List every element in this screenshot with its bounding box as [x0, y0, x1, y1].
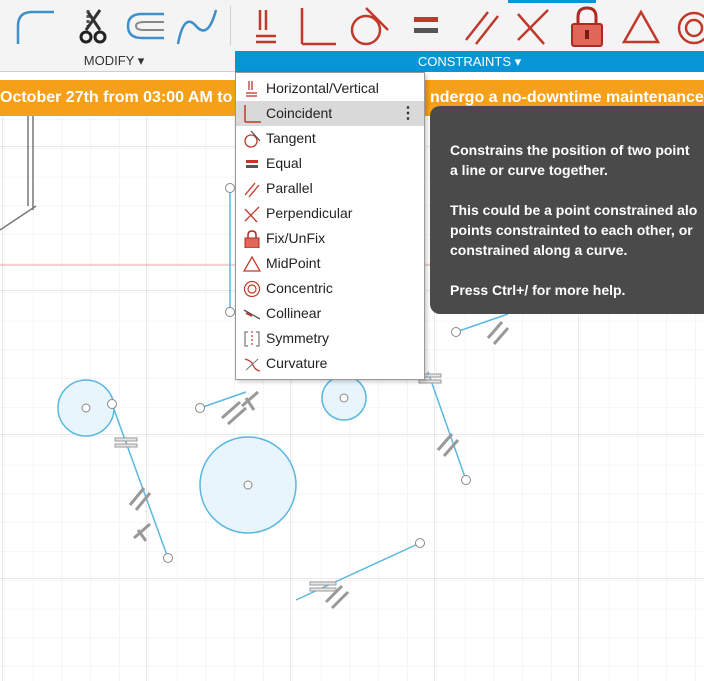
- horizontal-vertical-icon: [246, 81, 257, 97]
- menu-item-label: Symmetry: [266, 330, 329, 346]
- tangent-icon[interactable]: [346, 4, 392, 48]
- sketch-point[interactable]: [107, 399, 117, 409]
- menu-item-label: Horizontal/Vertical: [266, 80, 379, 96]
- active-tool-indicator: [508, 0, 596, 3]
- fix-unfix-icon: [244, 230, 260, 248]
- sketch-point[interactable]: [461, 475, 471, 485]
- menu-item-curvature[interactable]: Curvature: [236, 351, 424, 376]
- menu-item-perpendicular[interactable]: Perpendicular: [236, 201, 424, 226]
- menu-item-collinear[interactable]: Collinear: [236, 301, 424, 326]
- perpendicular-icon: [244, 206, 260, 223]
- menu-item-tangent[interactable]: Tangent: [236, 126, 424, 151]
- menu-item-label: Equal: [266, 155, 302, 171]
- symmetry-icon: [244, 331, 260, 347]
- concentric-icon[interactable]: [672, 4, 704, 48]
- sketch-point[interactable]: [225, 307, 235, 317]
- sketch-point[interactable]: [415, 538, 425, 548]
- tangent-icon: [244, 130, 261, 148]
- horizontal-vertical-icon[interactable]: [248, 4, 282, 48]
- more-options-icon[interactable]: ⋮: [400, 101, 416, 126]
- menu-item-coincident[interactable]: Coincident ⋮: [236, 101, 424, 126]
- coincident-icon[interactable]: [296, 4, 340, 48]
- menu-item-label: Collinear: [266, 305, 322, 321]
- banner-text-left: October 27th from 03:00 AM to: [0, 89, 233, 106]
- sketch-point[interactable]: [339, 393, 349, 403]
- menu-item-label: Tangent: [266, 130, 316, 146]
- menu-item-label: Coincident: [266, 105, 333, 121]
- toolbar: MODIFY ▾ CONSTRAINTS ▾: [0, 0, 704, 72]
- menu-item-label: Curvature: [266, 355, 328, 371]
- spline-icon[interactable]: [174, 4, 220, 48]
- constraints-menu[interactable]: CONSTRAINTS ▾: [235, 51, 704, 72]
- menu-item-midpoint[interactable]: MidPoint: [236, 251, 424, 276]
- menu-item-label: Perpendicular: [266, 205, 353, 221]
- constraints-dropdown: Horizontal/Vertical Coincident ⋮ Tangent…: [235, 72, 425, 380]
- menu-item-label: Concentric: [266, 280, 333, 296]
- menu-item-label: Fix/UnFix: [266, 230, 326, 246]
- sketch-point[interactable]: [195, 403, 205, 413]
- menu-item-horizontal-vertical[interactable]: Horizontal/Vertical: [236, 76, 424, 101]
- sketch-point[interactable]: [243, 480, 253, 490]
- menu-item-label: Parallel: [266, 180, 313, 196]
- collinear-icon: [243, 309, 261, 320]
- coincident-icon: [244, 105, 261, 123]
- sketch-point[interactable]: [81, 403, 91, 413]
- tooltip-text: a line or curve together.: [450, 162, 608, 178]
- midpoint-icon: [243, 255, 261, 272]
- parallel-icon: [244, 182, 260, 198]
- sketch-point[interactable]: [163, 553, 173, 563]
- fix-unfix-icon[interactable]: [566, 4, 608, 48]
- tooltip-help-hint: Press Ctrl+/ for more help.: [450, 282, 626, 298]
- menu-item-parallel[interactable]: Parallel: [236, 176, 424, 201]
- equal-icon[interactable]: [406, 4, 446, 48]
- midpoint-icon[interactable]: [620, 4, 662, 48]
- sketch-point[interactable]: [225, 183, 235, 193]
- perpendicular-icon[interactable]: [510, 4, 556, 48]
- menu-item-concentric[interactable]: Concentric: [236, 276, 424, 301]
- offset-icon[interactable]: [120, 4, 168, 48]
- menu-item-fix-unfix[interactable]: Fix/UnFix: [236, 226, 424, 251]
- menu-item-label: MidPoint: [266, 255, 321, 271]
- fillet-icon[interactable]: [10, 4, 60, 48]
- menu-item-equal[interactable]: Equal: [236, 151, 424, 176]
- curvature-icon: [244, 358, 261, 372]
- sketch-point[interactable]: [451, 327, 461, 337]
- toolbar-separator: [230, 6, 231, 46]
- trim-icon[interactable]: [74, 4, 114, 48]
- tooltip-text: Constrains the position of two point: [450, 142, 690, 158]
- tooltip-text: This could be a point constrained alo: [450, 202, 698, 218]
- parallel-icon[interactable]: [458, 4, 504, 48]
- equal-icon: [246, 160, 258, 168]
- coincident-tooltip: Constrains the position of two point a l…: [430, 106, 704, 314]
- menu-item-symmetry[interactable]: Symmetry: [236, 326, 424, 351]
- concentric-icon: [243, 280, 261, 298]
- modify-menu[interactable]: MODIFY ▾: [0, 51, 228, 71]
- tooltip-text: points constrainted to each other, or: [450, 222, 693, 238]
- tooltip-text: constrained along a curve.: [450, 242, 628, 258]
